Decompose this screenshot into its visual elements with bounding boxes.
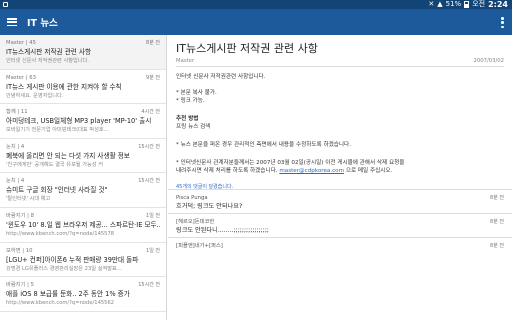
list-item-title: IT뉴스 게시판 이용에 관한 지켜야 할 수칙	[6, 82, 122, 91]
list-item-title: IT뉴스게시판 저작권 관련 사항	[6, 48, 92, 56]
list-item-meta: 함께 | 11	[6, 109, 28, 116]
list-item-time: 8분 전	[146, 40, 160, 46]
body-bullet-2: * 링크 가능.	[176, 98, 205, 104]
list-item-snippet: http://www.kbench.com/?q=node/145562	[6, 300, 115, 307]
list-item[interactable]: 눈치 | 4 15시간 전 슈미트 구글 회장 "인터넷 사라질 것" '탈인터…	[0, 173, 166, 208]
list-item-snippet: 안녕하세요. 운영자입니다.	[6, 92, 64, 99]
menu-icon[interactable]	[7, 18, 17, 26]
mute-icon: ✕	[428, 0, 435, 8]
body-intro: 인터넷 신문사 저작권관련 사항입니다.	[176, 74, 266, 80]
list-item-meta: Master | 45	[6, 40, 36, 46]
body-paragraph-4b-post: 으로 메일 주십시오.	[345, 168, 393, 174]
comment-author: Pisca Punga	[176, 195, 208, 201]
list-item[interactable]: 바람지기 | 5 15시간 전 애플 iOS 8 보급률 둔화.. 2주 동안 …	[0, 277, 166, 312]
comment-item[interactable]: [헤르오]돈데코한 8분 전 링크도 안된다니........;;;;;;;;;…	[168, 213, 512, 237]
body-news-search: 프링 뉴스 검색	[176, 124, 211, 130]
overflow-menu-icon[interactable]	[501, 17, 504, 28]
status-time: 2:24	[488, 0, 508, 9]
battery-icon	[464, 1, 470, 8]
body-paragraph-3: * 뉴스 본문을 퍼온 경우 관리적인 측면에서 내용을 수정하도록 하겠습니다…	[176, 142, 351, 148]
app-bar: IT 뉴스	[0, 9, 512, 35]
app-title: IT 뉴스	[27, 18, 58, 29]
list-item-snippet: '탈인터넷' 시대 예고	[6, 196, 51, 203]
body-paragraph-4a: * 인터넷신문사 관계자분들께서는 2007년 03월 02일(공시일) 이전 …	[176, 160, 405, 166]
article-date: 2007/03/02	[473, 58, 504, 64]
list-item-time: 4시간 전	[141, 109, 160, 116]
comment-item[interactable]: Pisca Punga 8분 전 흐거덕; 링크도 안되나요?	[168, 189, 512, 213]
list-item-title: '윈도우 10' 8.일 웹 브라우저 제공... 스파르탄·IE 모두...	[6, 220, 160, 229]
list-item-time: 15시간 전	[138, 178, 160, 185]
comment-time: 8분 전	[490, 219, 504, 225]
wifi-icon: ▲	[437, 0, 443, 8]
list-item-time: 15시간 전	[138, 282, 160, 289]
email-link[interactable]: master@cdpkorea.com	[279, 168, 344, 174]
list-item-snippet: '친구에게만' 공개해도 결국 유포될 가능성 커	[6, 161, 104, 168]
list-item-meta: 눈치 | 4	[6, 178, 25, 185]
comment-body: 흐거덕; 링크도 안되나요?	[176, 203, 243, 210]
body-bullet-1: * 본문 복사 불가.	[176, 90, 217, 96]
body-paragraph-4b-pre: 내려주시면 삭제 처리를 하도록 하겠습니다.	[176, 168, 278, 174]
list-item-snippet: 인터넷 신문사 저작권관련 사항입니다.	[6, 58, 89, 64]
list-item-meta: Master | 63	[6, 74, 36, 81]
list-item-snippet: 모바일기기 전문기업 아미덩테크(대표 박성호...	[6, 127, 109, 134]
article-author[interactable]: Master	[176, 57, 194, 66]
status-right: ✕ ▲ 51% 오전 2:24	[428, 0, 508, 9]
list-item-meta: 모하면 | 10	[6, 247, 33, 254]
list-item-snippet: http://www.kbench.com/?q=node/145578	[6, 230, 115, 237]
article-body: 인터넷 신문사 저작권관련 사항입니다. * 본문 복사 불가. * 링크 가능…	[168, 67, 512, 175]
post-list: Master | 45 8분 전 IT뉴스게시판 저작권 관련 사항 인터넷 신…	[0, 35, 167, 320]
list-item-time: 15시간 전	[138, 143, 160, 150]
list-item-snippet: 강명경 LG유플러스 경영관리실장은 23일 실적발표...	[6, 265, 122, 272]
list-item-time: 1일 전	[146, 212, 160, 219]
comment-item[interactable]: [피플앤]네가+[퍼스] 8분 전	[168, 237, 512, 261]
status-bar: ✕ ▲ 51% 오전 2:24	[0, 0, 512, 9]
body-heading-recommend: 추천 방법	[176, 116, 199, 122]
list-item-time: 1일 전	[146, 247, 160, 254]
comment-time: 8분 전	[490, 243, 504, 249]
article-meta: Master 2007/03/02	[168, 57, 512, 66]
list-item[interactable]: 모하면 | 10 1일 전 [LGU+ 컨퍼]아이폰6 누적 판매량 39만대 …	[0, 243, 166, 278]
status-left	[3, 0, 8, 9]
comment-body: 링크도 안된다니........;;;;;;;;;;;;;;;;;	[176, 227, 269, 234]
list-item-title: 폐북에 올리면 안 되는 다섯 가지 사생활 정보	[6, 151, 130, 160]
list-item-time: 9분 전	[146, 74, 160, 81]
list-item[interactable]: 눈치 | 4 15시간 전 폐북에 올리면 안 되는 다섯 가지 사생활 정보 …	[0, 139, 166, 174]
article-title: IT뉴스게시판 저작권 관련 사항	[176, 42, 318, 55]
list-item-title: 애플 iOS 8 보급률 둔화.. 2주 동안 1% 증가	[6, 290, 130, 299]
list-item-meta: 눈치 | 4	[6, 143, 25, 150]
comment-count-label[interactable]: 45개의 댓글이 달렸습니다.	[168, 175, 512, 190]
list-item-meta: 바람지기 | 5	[6, 282, 35, 289]
comment-author: [헤르오]돈데코한	[176, 219, 215, 225]
list-item[interactable]: Master | 63 9분 전 IT뉴스 게시판 이용에 관한 지켜야 할 수…	[0, 70, 166, 105]
list-item-title: [LGU+ 컨퍼]아이폰6 누적 판매량 39만대 돌파	[6, 255, 139, 264]
article-pane: IT뉴스게시판 저작권 관련 사항 Master 2007/03/02 인터넷 …	[168, 35, 512, 320]
comment-author: [피플앤]네가+[퍼스]	[176, 243, 223, 249]
list-item[interactable]: Master | 45 8분 전 IT뉴스게시판 저작권 관련 사항 인터넷 신…	[0, 35, 166, 70]
list-item-title: 아미덩테크, USB일체형 MP3 player 'MP-10' 출시	[6, 117, 152, 126]
battery-percent: 51%	[445, 0, 462, 8]
list-item-title: 슈미트 구글 회장 "인터넷 사라질 것"	[6, 186, 108, 195]
comment-time: 8분 전	[490, 195, 504, 201]
status-ampm: 오전	[472, 0, 486, 8]
body-paragraph-4b: 내려주시면 삭제 처리를 하도록 하겠습니다. master@cdpkorea.…	[176, 167, 512, 175]
list-item[interactable]: 함께 | 11 4시간 전 아미덩테크, USB일체형 MP3 player '…	[0, 104, 166, 139]
list-item[interactable]: 바람지기 | 8 1일 전 '윈도우 10' 8.일 웹 브라우저 제공... …	[0, 208, 166, 243]
list-item-meta: 바람지기 | 8	[6, 212, 35, 219]
android-notification-icon	[3, 2, 8, 7]
